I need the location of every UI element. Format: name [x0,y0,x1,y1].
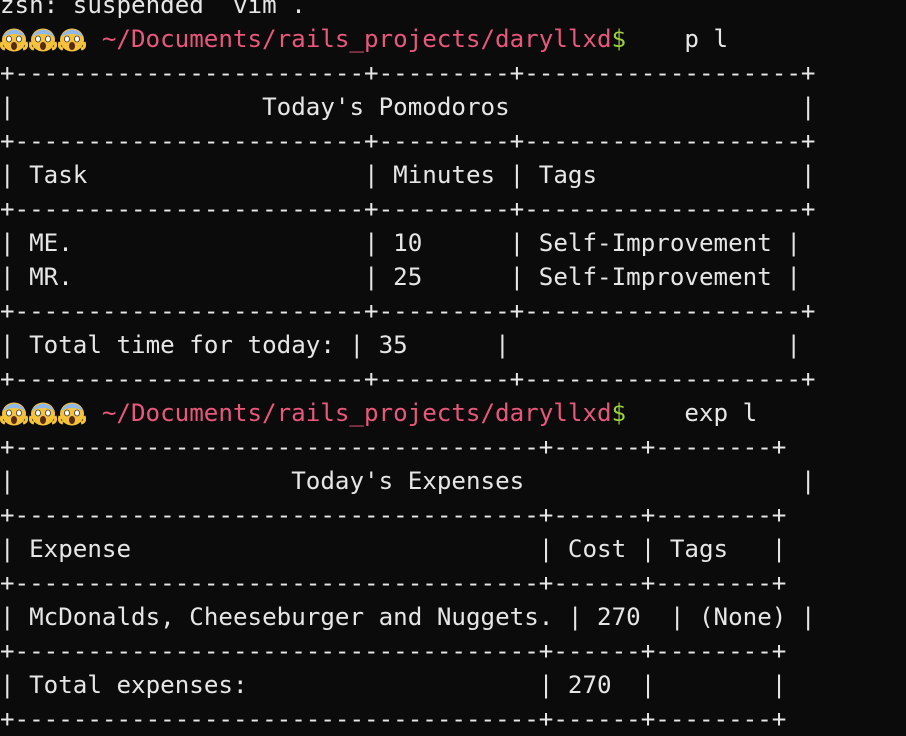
scream-emoji-icon [29,22,58,56]
scream-emoji-icon [58,396,87,430]
table-border: +------------------------------------+--… [0,705,787,733]
prompt-line: ~/Documents/rails_projects/daryllxd$ p l [0,22,906,56]
prompt-path: ~/Documents/rails_projects/daryllxd [87,25,612,53]
pomodoros-total-row: | Total time for today: | 35 | | [0,331,801,359]
status-line: zsh: suspended vim . [0,0,306,19]
expenses-header-row: | Expense | Cost | Tags | [0,535,787,563]
table-border: +------------------------+---------+----… [0,127,816,155]
table-row: | ME. | 10 | Self-Improvement | [0,229,801,257]
scream-emoji-icon [0,396,29,430]
table-border: +------------------------+---------+----… [0,59,816,87]
prompt-symbol: $ [611,25,627,53]
scream-emoji-icon [58,22,87,56]
command-text: p l [626,25,729,53]
table-border: +------------------------------------+--… [0,569,787,597]
scream-emoji-icon [0,22,29,56]
table-border: +------------------------+---------+----… [0,365,816,393]
pomodoros-header-row: | Task | Minutes | Tags | [0,161,816,189]
scream-emoji-icon [29,396,58,430]
expenses-total-row: | Total expenses: | 270 | | [0,671,787,699]
table-row: | MR. | 25 | Self-Improvement | [0,263,801,291]
pomodoros-title-row: | Today's Pomodoros | [0,93,816,121]
prompt-symbol: $ [611,399,627,427]
prompt-path: ~/Documents/rails_projects/daryllxd [87,399,612,427]
table-row: | McDonalds, Cheeseburger and Nuggets. |… [0,603,816,631]
table-border: +------------------------------------+--… [0,501,787,529]
table-border: +------------------------+---------+----… [0,297,816,325]
prompt-line: ~/Documents/rails_projects/daryllxd$ exp… [0,396,906,430]
table-border: +------------------------------------+--… [0,433,787,461]
table-border: +------------------------------------+--… [0,637,787,665]
terminal-window[interactable]: zsh: suspended vim . ~/Documents/rails_p… [0,0,906,733]
table-border: +------------------------+---------+----… [0,195,816,223]
expenses-title-row: | Today's Expenses | [0,467,816,495]
command-text: exp l [626,399,758,427]
